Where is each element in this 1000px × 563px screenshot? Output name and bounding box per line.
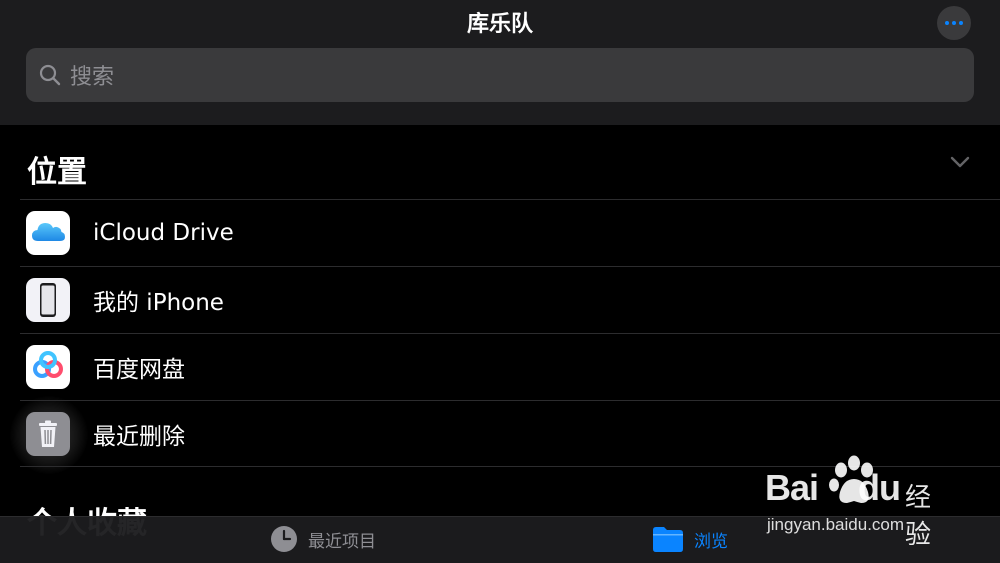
location-item-my-iphone[interactable]: 我的 iPhone bbox=[20, 266, 1000, 333]
location-label: iCloud Drive bbox=[93, 220, 234, 246]
search-icon bbox=[39, 64, 61, 86]
trash-icon bbox=[26, 411, 70, 456]
more-options-button[interactable] bbox=[937, 6, 971, 40]
icloud-icon bbox=[26, 211, 70, 255]
watermark-brand: Bai du bbox=[765, 467, 901, 508]
tab-browse-label: 浏览 bbox=[694, 531, 728, 552]
watermark-url: jingyan.baidu.com bbox=[767, 515, 905, 534]
location-label: 我的 iPhone bbox=[93, 290, 224, 316]
tab-recents[interactable]: 最近项目 bbox=[270, 525, 376, 553]
locations-heading: 位置 bbox=[27, 155, 87, 190]
locations-list: iCloud Drive 我的 iPhone 百度网盘 最近删除 bbox=[20, 199, 1000, 467]
search-field[interactable]: 搜索 bbox=[26, 48, 974, 102]
location-label: 百度网盘 bbox=[93, 357, 185, 383]
top-bar: 库乐队 搜索 bbox=[0, 0, 1000, 125]
tab-recents-label: 最近项目 bbox=[308, 531, 376, 552]
location-label: 最近删除 bbox=[93, 423, 185, 450]
tab-browse[interactable]: 浏览 bbox=[652, 525, 728, 553]
iphone-icon bbox=[26, 278, 70, 322]
clock-icon bbox=[271, 526, 297, 552]
page-title: 库乐队 bbox=[466, 12, 533, 37]
folder-icon bbox=[653, 527, 683, 552]
search-placeholder: 搜索 bbox=[70, 65, 115, 90]
baidu-netdisk-icon bbox=[26, 345, 70, 389]
chevron-down-icon[interactable] bbox=[948, 150, 972, 174]
baidu-jingyan-watermark: Bai du 经验 jingyan.baidu.com bbox=[765, 455, 955, 550]
watermark-jingyan: 经验 bbox=[905, 483, 932, 550]
ellipsis-icon bbox=[945, 21, 949, 25]
location-item-baidu-netdisk[interactable]: 百度网盘 bbox=[20, 333, 1000, 400]
location-item-icloud-drive[interactable]: iCloud Drive bbox=[20, 199, 1000, 266]
